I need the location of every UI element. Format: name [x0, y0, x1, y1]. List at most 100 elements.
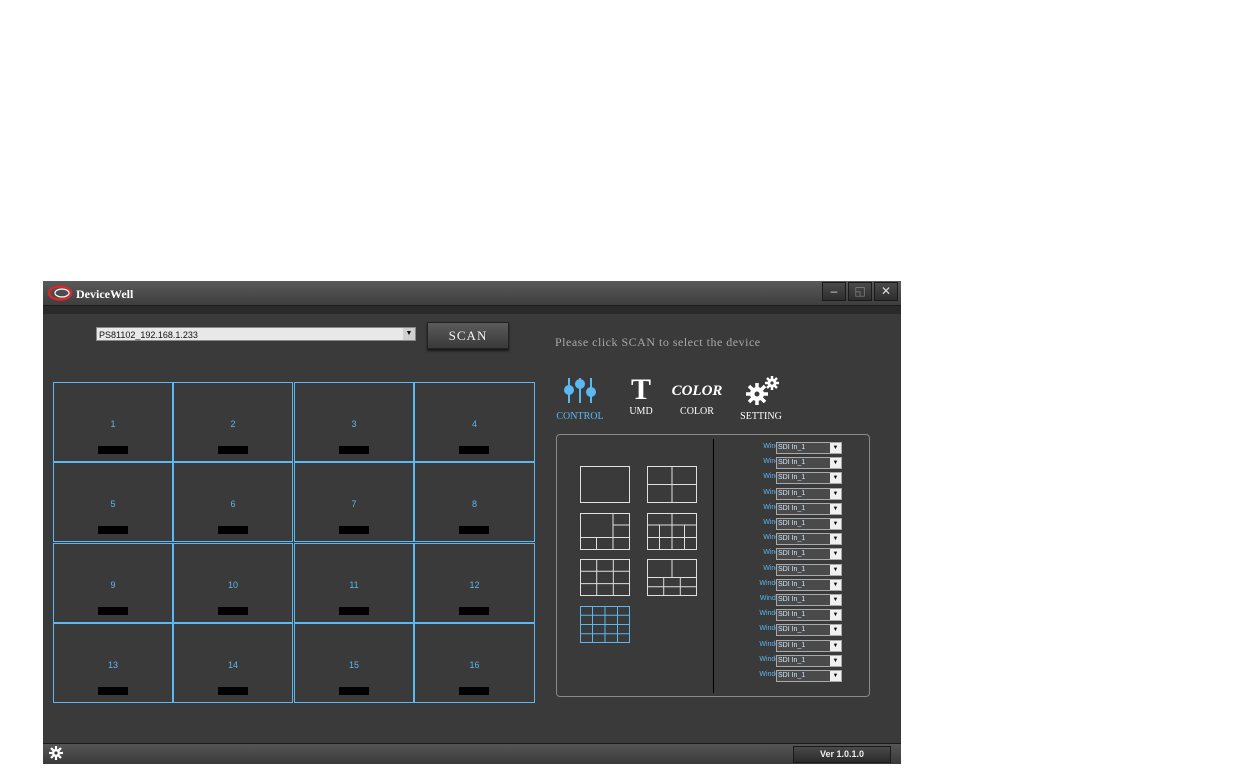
chevron-down-icon[interactable]: ▼	[830, 549, 841, 560]
window-source-value: SDI In_1	[778, 504, 806, 512]
grid-cell[interactable]: 4	[414, 382, 535, 462]
tool-control[interactable]: CONTROL	[554, 375, 606, 422]
layout-1+5-icon[interactable]	[580, 513, 630, 550]
chevron-down-icon[interactable]: ▼	[830, 519, 841, 529]
grid-cell[interactable]: 1	[53, 382, 173, 462]
window-source-select[interactable]: SDI In_1 ▼	[776, 609, 842, 622]
window-source-select[interactable]: SDI In_1 ▼	[776, 624, 842, 637]
grid-cell-number: 9	[110, 580, 116, 590]
grid-cell[interactable]: 10	[173, 543, 293, 623]
control-panel: Window 1SDI In_1▼Window 2SDI In_1▼Window…	[556, 434, 870, 697]
window-source-select[interactable]: SDI In_1 ▼	[776, 502, 842, 515]
window-source-value: SDI In_1	[778, 641, 806, 649]
window-source-select[interactable]: SDI In_1 ▼	[776, 518, 842, 530]
chevron-down-icon[interactable]: ▼	[830, 488, 841, 499]
chevron-down-icon[interactable]: ▼	[830, 579, 841, 590]
tool-setting[interactable]: SETTING	[735, 375, 787, 422]
grid-cell-umd-bar	[98, 446, 128, 454]
grid-cell-umd-bar	[98, 687, 128, 695]
window-source-row: Window 4SDI In_1▼	[727, 487, 867, 501]
grid-cell-umd-bar	[339, 526, 369, 534]
tool-umd-label: UMD	[629, 406, 653, 417]
grid-cell-umd-bar	[459, 446, 489, 454]
window-source-select[interactable]: SDI In_1 ▼	[776, 548, 842, 561]
chevron-down-icon[interactable]: ▼	[830, 625, 841, 636]
device-select[interactable]: PS81102_192.168.1.233 ▼	[96, 327, 416, 341]
grid-cell[interactable]: 8	[414, 462, 535, 542]
layout-3x3-icon[interactable]	[580, 559, 630, 596]
window-source-row: Window 12SDI In_1▼	[727, 609, 867, 622]
grid-cell-number: 8	[471, 499, 477, 509]
chevron-down-icon[interactable]: ▼	[830, 564, 841, 575]
chevron-down-icon[interactable]: ▼	[830, 671, 841, 681]
grid-cell[interactable]: 14	[173, 623, 293, 703]
tool-color[interactable]: COLOR COLOR	[671, 375, 723, 417]
grid-cell[interactable]: 9	[53, 543, 173, 623]
layout-1+2x3-icon[interactable]	[647, 559, 697, 596]
window-source-select[interactable]: SDI In_1 ▼	[776, 639, 842, 652]
chevron-down-icon[interactable]: ▼	[830, 655, 841, 666]
window-source-row: Window 13SDI In_1▼	[727, 624, 867, 637]
chevron-down-icon[interactable]: ▼	[830, 595, 841, 605]
tool-color-label: COLOR	[680, 406, 714, 417]
layout-single-icon[interactable]	[580, 466, 630, 503]
grid-cell-umd-bar	[98, 526, 128, 534]
gear-icon[interactable]	[49, 746, 63, 760]
grid-cell[interactable]: 11	[294, 543, 414, 623]
title-bar: DeviceWell – ◱ ✕	[43, 281, 901, 306]
layout-4x4-icon[interactable]	[580, 606, 630, 643]
grid-cell-number: 4	[471, 419, 477, 429]
window-source-select[interactable]: SDI In_1 ▼	[776, 533, 842, 546]
multiview-grid: 1 2 3 4 5 6 7 8 9 10 11 12 13 14 15 16	[53, 382, 535, 703]
chevron-down-icon[interactable]: ▼	[830, 640, 841, 651]
window-source-select[interactable]: SDI In_1 ▼	[776, 670, 842, 682]
scan-button[interactable]: SCAN	[427, 322, 509, 349]
chevron-down-icon[interactable]: ▼	[830, 503, 841, 514]
grid-cell[interactable]: 16	[414, 623, 535, 703]
window-source-select[interactable]: SDI In_1 ▼	[776, 578, 842, 591]
grid-cell-number: 12	[469, 580, 480, 590]
window-source-value: SDI In_1	[778, 672, 806, 679]
chevron-down-icon[interactable]: ▼	[830, 458, 841, 469]
grid-cell[interactable]: 2	[173, 382, 293, 462]
grid-cell[interactable]: 13	[53, 623, 173, 703]
grid-cell-number: 2	[230, 419, 236, 429]
color-text-icon: COLOR	[671, 383, 723, 399]
window-source-row: Window 5SDI In_1▼	[727, 502, 867, 516]
grid-cell[interactable]: 3	[294, 382, 414, 462]
grid-cell[interactable]: 12	[414, 543, 535, 623]
chevron-down-icon[interactable]: ▼	[830, 443, 841, 453]
window-source-select[interactable]: SDI In_1 ▼	[776, 563, 842, 576]
window-source-select[interactable]: SDI In_1 ▼	[776, 594, 842, 606]
layout-2x6-icon[interactable]	[647, 513, 697, 550]
grid-cell[interactable]: 7	[294, 462, 414, 542]
window-source-value: SDI In_1	[778, 565, 806, 573]
grid-cell-number: 6	[230, 499, 236, 509]
grid-cell[interactable]: 5	[53, 462, 173, 542]
sliders-icon	[564, 378, 596, 403]
window-source-select[interactable]: SDI In_1 ▼	[776, 487, 842, 500]
header-divider	[43, 306, 901, 314]
window-source-row: Window 7SDI In_1▼	[727, 533, 867, 546]
window-source-select[interactable]: SDI In_1 ▼	[776, 442, 842, 454]
chevron-down-icon[interactable]: ▼	[830, 534, 841, 545]
grid-cell-umd-bar	[459, 526, 489, 534]
grid-cell-number: 15	[348, 660, 359, 670]
window-source-select[interactable]: SDI In_1 ▼	[776, 457, 842, 470]
grid-cell-umd-bar	[98, 607, 128, 615]
close-button[interactable]: ✕	[874, 282, 898, 301]
window-source-select[interactable]: SDI In_1 ▼	[776, 654, 842, 667]
chevron-down-icon[interactable]: ▼	[830, 610, 841, 621]
grid-cell[interactable]: 15	[294, 623, 414, 703]
chevron-down-icon[interactable]: ▼	[830, 473, 841, 484]
restore-button[interactable]: ◱	[848, 282, 872, 301]
grid-cell[interactable]: 6	[173, 462, 293, 542]
window-source-value: SDI In_1	[778, 596, 806, 603]
window-source-select[interactable]: SDI In_1 ▼	[776, 472, 842, 485]
grid-cell-number: 14	[227, 660, 238, 670]
layout-quad-icon[interactable]	[647, 466, 697, 503]
tool-umd[interactable]: T UMD	[621, 375, 661, 418]
window-source-row: Window 11SDI In_1▼	[727, 594, 867, 607]
chevron-down-icon[interactable]: ▼	[403, 328, 415, 340]
minimize-button[interactable]: –	[822, 282, 846, 301]
